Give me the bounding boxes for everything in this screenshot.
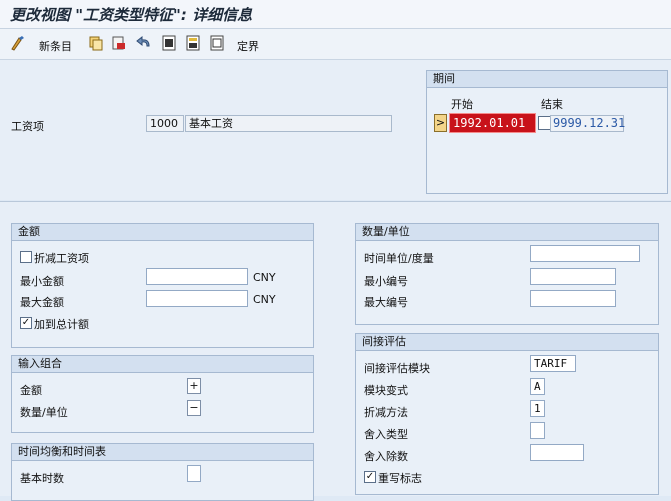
reduction-method-label: 折减方法 [364, 406, 408, 419]
wage-type-label: 工资项 [11, 120, 44, 133]
min-amount-currency: CNY [253, 271, 276, 284]
deselect-icon[interactable] [209, 35, 225, 51]
base-hours-input[interactable] [187, 465, 201, 482]
quantity-group-title: 数量/单位 [356, 224, 658, 241]
input-combination-group: 输入组合 [11, 355, 314, 433]
rounding-type-label: 舍入类型 [364, 428, 408, 441]
indirect-valuation-title: 间接评估 [356, 334, 658, 351]
copy-icon[interactable] [88, 35, 104, 51]
min-number-label: 最小编号 [364, 275, 408, 288]
end-label: 结束 [541, 98, 563, 111]
time-unit-input[interactable] [530, 245, 640, 262]
select-block-icon[interactable] [185, 35, 201, 51]
valuation-module-input[interactable]: TARIF [530, 355, 576, 372]
max-amount-input[interactable] [146, 290, 248, 307]
module-variant-input[interactable]: A [530, 378, 545, 395]
module-variant-label: 模块变式 [364, 384, 408, 397]
page-title: 更改视图 "工资类型特征": 详细信息 [10, 6, 253, 24]
rounding-type-input[interactable] [530, 422, 545, 439]
combo-amount-label: 金额 [20, 384, 42, 397]
wage-type-description-field: 基本工资 [185, 115, 392, 132]
input-combination-title: 输入组合 [12, 356, 313, 373]
overwrite-flag-label: 重写标志 [378, 472, 422, 485]
application-toolbar: 新条目 定界 [0, 29, 671, 60]
wage-type-code-field: 1000 [146, 115, 184, 132]
rounding-divisor-label: 舍入除数 [364, 450, 408, 463]
base-hours-label: 基本时数 [20, 472, 64, 485]
start-date-input[interactable]: 1992.01.01 [449, 113, 536, 133]
reduction-method-input[interactable]: 1 [530, 400, 545, 417]
display-change-icon[interactable] [10, 35, 26, 51]
delete-icon[interactable] [111, 35, 127, 51]
min-amount-input[interactable] [146, 268, 248, 285]
max-amount-label: 最大金额 [20, 296, 64, 309]
add-to-total-checkbox[interactable]: ✓ [20, 317, 32, 329]
reduce-wage-label: 折减工资项 [34, 252, 89, 265]
max-number-input[interactable] [530, 290, 616, 307]
min-number-input[interactable] [530, 268, 616, 285]
required-indicator: > [434, 114, 447, 132]
delimit-button[interactable]: 定界 [237, 38, 259, 54]
max-amount-currency: CNY [253, 293, 276, 306]
start-label: 开始 [451, 98, 473, 111]
combo-quantity-label: 数量/单位 [20, 406, 68, 419]
undo-icon[interactable] [136, 35, 152, 51]
wage-type-code: 1000 [150, 117, 178, 130]
combo-quantity-indicator[interactable]: − [187, 400, 201, 416]
max-number-label: 最大编号 [364, 296, 408, 309]
amount-group-title: 金额 [12, 224, 313, 241]
time-unit-label: 时间单位/度量 [364, 252, 434, 265]
reduce-wage-checkbox[interactable] [20, 251, 32, 263]
end-date-field: 9999.12.31 [550, 115, 625, 132]
rounding-divisor-input[interactable] [530, 444, 584, 461]
period-group-title: 期间 [427, 71, 667, 88]
title-bar: 更改视图 "工资类型特征": 详细信息 [0, 0, 671, 29]
min-amount-label: 最小金额 [20, 275, 64, 288]
valuation-module-label: 间接评估模块 [364, 362, 430, 375]
overwrite-flag-checkbox[interactable]: ✓ [364, 471, 376, 483]
add-to-total-label: 加到总计额 [34, 318, 89, 331]
combo-amount-indicator[interactable]: + [187, 378, 201, 394]
new-entries-button[interactable]: 新条目 [39, 38, 72, 54]
wage-type-description: 基本工资 [189, 117, 233, 130]
select-all-icon[interactable] [161, 35, 177, 51]
time-balance-title: 时间均衡和时间表 [12, 444, 313, 461]
